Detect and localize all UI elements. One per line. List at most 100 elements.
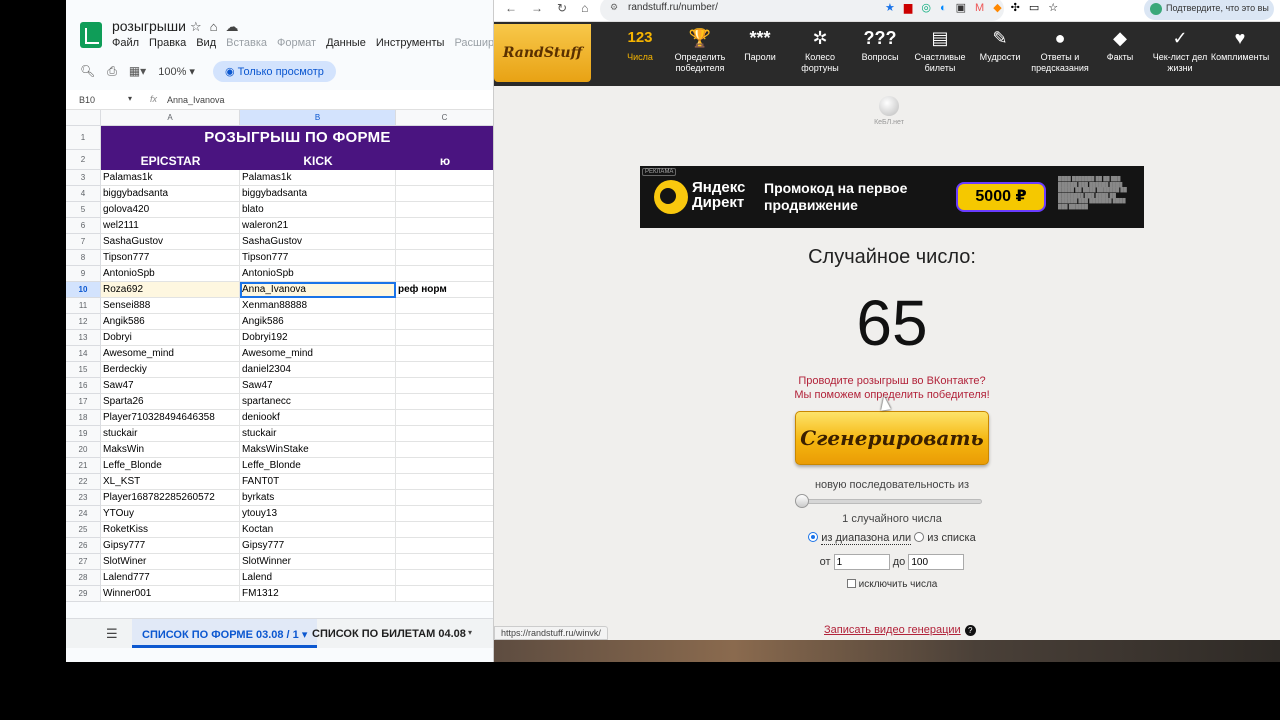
- cell-note[interactable]: [396, 378, 493, 394]
- row-number[interactable]: 25: [66, 522, 101, 538]
- cell-kick[interactable]: ytouy13: [240, 506, 396, 522]
- cell-note[interactable]: [396, 266, 493, 282]
- cell-kick[interactable]: deniookf: [240, 410, 396, 426]
- menu-item[interactable]: Формат: [277, 37, 316, 49]
- banner-title[interactable]: РОЗЫГРЫШ ПО ФОРМЕ: [101, 126, 493, 150]
- cell-epicstar[interactable]: MaksWin: [101, 442, 240, 458]
- cell-note[interactable]: [396, 202, 493, 218]
- cell-kick[interactable]: Palamas1k: [240, 170, 396, 186]
- formula-input[interactable]: Anna_Ivanova: [167, 95, 225, 105]
- name-box-dropdown-icon[interactable]: ▾: [128, 94, 132, 103]
- cell-note[interactable]: [396, 490, 493, 506]
- format-paint-icon[interactable]: ▦▾: [129, 64, 146, 78]
- cell-kick[interactable]: stuckair: [240, 426, 396, 442]
- mode-list-label[interactable]: из списка: [927, 532, 976, 544]
- row-number[interactable]: 14: [66, 346, 101, 362]
- count-slider[interactable]: [802, 499, 982, 504]
- cell-epicstar[interactable]: Awesome_mind: [101, 346, 240, 362]
- vk-promo-link[interactable]: Проводите розыгрыш во ВКонтакте? Мы помож…: [640, 374, 1144, 402]
- cell-kick[interactable]: Saw47: [240, 378, 396, 394]
- mode-range-label[interactable]: из диапазона или: [821, 532, 912, 545]
- reload-icon[interactable]: ↻: [557, 1, 581, 15]
- cell-kick[interactable]: Dobryi192: [240, 330, 396, 346]
- nav-item[interactable]: ● Ответы и предсказания: [1030, 22, 1090, 86]
- cell-note[interactable]: [396, 522, 493, 538]
- cell-note[interactable]: [396, 330, 493, 346]
- cell-epicstar[interactable]: Angik586: [101, 314, 240, 330]
- row-number[interactable]: 28: [66, 570, 101, 586]
- extension-icon[interactable]: ◆: [993, 2, 1010, 14]
- cell-note[interactable]: [396, 538, 493, 554]
- cell-kick[interactable]: Lalend: [240, 570, 396, 586]
- cell-kick[interactable]: Gipsy777: [240, 538, 396, 554]
- row-number[interactable]: 13: [66, 330, 101, 346]
- cell-epicstar[interactable]: XL_KST: [101, 474, 240, 490]
- nav-item[interactable]: ??? Вопросы: [850, 22, 910, 86]
- nav-item[interactable]: ♥ Комплименты: [1210, 22, 1270, 86]
- cell-note[interactable]: [396, 234, 493, 250]
- cell-epicstar[interactable]: golova420: [101, 202, 240, 218]
- row-number[interactable]: 8: [66, 250, 101, 266]
- row-number[interactable]: 23: [66, 490, 101, 506]
- move-icon[interactable]: ⌂: [210, 19, 226, 34]
- cell-epicstar[interactable]: Leffe_Blonde: [101, 458, 240, 474]
- menu-item[interactable]: Файл: [112, 37, 139, 49]
- cell-note[interactable]: [396, 426, 493, 442]
- cell-note[interactable]: [396, 218, 493, 234]
- back-icon[interactable]: ←: [505, 1, 531, 15]
- cell-note[interactable]: [396, 250, 493, 266]
- cell-epicstar[interactable]: Gipsy777: [101, 538, 240, 554]
- cell-kick[interactable]: Xenman88888: [240, 298, 396, 314]
- help-icon[interactable]: ?: [964, 625, 976, 636]
- cell-epicstar[interactable]: Sensei888: [101, 298, 240, 314]
- tab-dropdown-icon[interactable]: ▾: [468, 628, 472, 637]
- cell-epicstar[interactable]: AntonioSpb: [101, 266, 240, 282]
- menu-item[interactable]: Инструменты: [376, 37, 445, 49]
- cloud-icon[interactable]: ☁: [226, 19, 247, 34]
- cell-note[interactable]: [396, 474, 493, 490]
- cell-note[interactable]: [396, 346, 493, 362]
- nav-item[interactable]: 123 Числа: [610, 22, 670, 86]
- exclude-label[interactable]: исключить числа: [859, 579, 938, 590]
- record-video-link[interactable]: Записать видео генерации?: [824, 624, 976, 636]
- row-number[interactable]: 4: [66, 186, 101, 202]
- menu-item[interactable]: Данные: [326, 37, 366, 49]
- cell-kick[interactable]: SashaGustov: [240, 234, 396, 250]
- tab-icon[interactable]: ▭: [1029, 2, 1048, 14]
- cell-kick[interactable]: biggybadsanta: [240, 186, 396, 202]
- sheets-logo-icon[interactable]: [80, 22, 102, 48]
- cell-note[interactable]: [396, 442, 493, 458]
- cell-epicstar[interactable]: Player168782285260572: [101, 490, 240, 506]
- cell-note[interactable]: [396, 362, 493, 378]
- all-sheets-icon[interactable]: ☰: [106, 626, 118, 642]
- cell-epicstar[interactable]: YTOuy: [101, 506, 240, 522]
- row-number[interactable]: 6: [66, 218, 101, 234]
- star-icon[interactable]: ☆: [190, 19, 210, 34]
- cell-note[interactable]: [396, 298, 493, 314]
- kbl-widget[interactable]: КеБЛ.нет: [872, 96, 906, 126]
- cell-kick[interactable]: daniel2304: [240, 362, 396, 378]
- cell-epicstar[interactable]: Saw47: [101, 378, 240, 394]
- cell-note[interactable]: [396, 458, 493, 474]
- forward-icon[interactable]: →: [531, 1, 557, 15]
- cell-note[interactable]: [396, 570, 493, 586]
- cell-epicstar[interactable]: SlotWiner: [101, 554, 240, 570]
- column-header-b[interactable]: B: [240, 110, 396, 126]
- cell-epicstar[interactable]: Sparta26: [101, 394, 240, 410]
- site-info-icon[interactable]: ⚙: [610, 2, 618, 13]
- cell-epicstar[interactable]: SashaGustov: [101, 234, 240, 250]
- cell-kick[interactable]: Awesome_mind: [240, 346, 396, 362]
- exclude-checkbox[interactable]: [846, 579, 856, 588]
- row-number[interactable]: 24: [66, 506, 101, 522]
- row-number[interactable]: 12: [66, 314, 101, 330]
- row-number[interactable]: 29: [66, 586, 101, 602]
- cell-note[interactable]: [396, 314, 493, 330]
- cell-kick[interactable]: FANT0T: [240, 474, 396, 490]
- nav-item[interactable]: *** Пароли: [730, 22, 790, 86]
- tab-ticket-list[interactable]: СПИСОК ПО БИЛЕТАМ 04.08: [312, 628, 466, 640]
- extension-icon[interactable]: ◐: [940, 2, 956, 14]
- column-header-c[interactable]: C: [396, 110, 493, 126]
- header-kick[interactable]: KICK: [240, 150, 396, 170]
- menu-item[interactable]: Вид: [196, 37, 216, 49]
- row-number[interactable]: 7: [66, 234, 101, 250]
